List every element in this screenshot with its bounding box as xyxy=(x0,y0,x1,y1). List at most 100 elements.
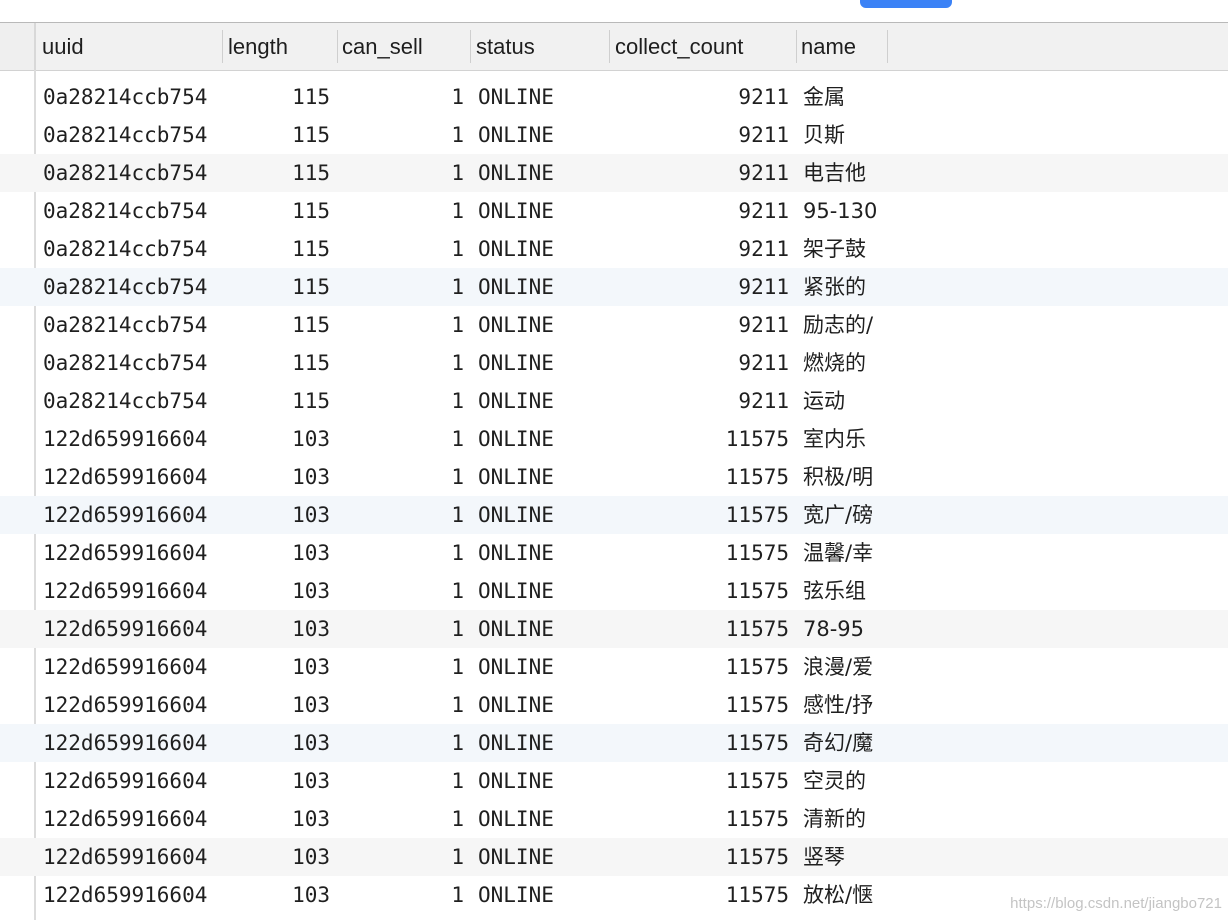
cell-collect-count[interactable]: 9211 xyxy=(612,192,789,230)
cell-can-sell[interactable]: 1 xyxy=(340,838,464,876)
cell-collect-count[interactable]: 9211 xyxy=(612,78,789,116)
table-row[interactable]: 0a28214ccb754 115 1 ONLINE 9211 运动 xyxy=(0,382,1228,420)
cell-uuid[interactable]: 0a28214ccb754 xyxy=(43,230,223,268)
cell-length[interactable]: 115 xyxy=(230,382,330,420)
column-header-name[interactable]: name xyxy=(795,23,887,70)
cell-uuid[interactable]: 0a28214ccb754 xyxy=(43,306,223,344)
table-row[interactable]: 122d659916604 103 1 ONLINE 11575 竖琴 xyxy=(0,838,1228,876)
cell-can-sell[interactable]: 1 xyxy=(340,230,464,268)
table-row[interactable]: 0a28214ccb754 115 1 ONLINE 9211 燃烧的 xyxy=(0,344,1228,382)
cell-collect-count[interactable]: 11575 xyxy=(612,838,789,876)
cell-name[interactable]: 励志的/ xyxy=(803,306,923,344)
cell-name[interactable]: 燃烧的 xyxy=(803,344,923,382)
cell-collect-count[interactable]: 11575 xyxy=(612,724,789,762)
cell-collect-count[interactable]: 11575 xyxy=(612,648,789,686)
cell-status[interactable]: ONLINE xyxy=(478,344,606,382)
table-row[interactable]: 122d659916604 103 1 ONLINE 11575 积极/明 xyxy=(0,458,1228,496)
cell-status[interactable]: ONLINE xyxy=(478,154,606,192)
cell-uuid[interactable]: 0a28214ccb754 xyxy=(43,344,223,382)
cell-name[interactable]: 室内乐 xyxy=(803,420,923,458)
cell-uuid[interactable]: 122d659916604 xyxy=(43,610,223,648)
cell-collect-count[interactable]: 11575 xyxy=(612,876,789,914)
table-row[interactable]: 122d659916604 103 1 ONLINE 11575 温馨/幸 xyxy=(0,534,1228,572)
cell-name[interactable]: 感性/抒 xyxy=(803,686,923,724)
cell-can-sell[interactable]: 1 xyxy=(340,496,464,534)
table-row[interactable]: 122d659916604 103 1 ONLINE 11575 室内乐 xyxy=(0,420,1228,458)
cell-can-sell[interactable]: 1 xyxy=(340,382,464,420)
cell-uuid[interactable]: 122d659916604 xyxy=(43,876,223,914)
cell-length[interactable]: 103 xyxy=(230,686,330,724)
cell-name[interactable]: 竖琴 xyxy=(803,838,923,876)
cell-status[interactable]: ONLINE xyxy=(478,306,606,344)
cell-can-sell[interactable]: 1 xyxy=(340,344,464,382)
cell-can-sell[interactable]: 1 xyxy=(340,610,464,648)
cell-length[interactable]: 103 xyxy=(230,838,330,876)
table-row[interactable]: 122d659916604 103 1 ONLINE 11575 感性/抒 xyxy=(0,686,1228,724)
cell-collect-count[interactable]: 11575 xyxy=(612,420,789,458)
column-header-uuid[interactable]: uuid xyxy=(36,23,222,70)
cell-length[interactable]: 115 xyxy=(230,344,330,382)
cell-length[interactable]: 115 xyxy=(230,306,330,344)
table-row[interactable]: 0a28214ccb754 115 1 ONLINE 9211 电吉他 xyxy=(0,154,1228,192)
cell-can-sell[interactable]: 1 xyxy=(340,306,464,344)
cell-length[interactable]: 115 xyxy=(230,116,330,154)
cell-can-sell[interactable]: 1 xyxy=(340,420,464,458)
cell-name[interactable]: 空灵的 xyxy=(803,762,923,800)
cell-length[interactable]: 115 xyxy=(230,192,330,230)
cell-uuid[interactable]: 122d659916604 xyxy=(43,420,223,458)
cell-collect-count[interactable]: 9211 xyxy=(612,116,789,154)
cell-name[interactable]: 运动 xyxy=(803,382,923,420)
table-row[interactable]: 122d659916604 103 1 ONLINE 11575 奇幻/魔 xyxy=(0,724,1228,762)
cell-name[interactable]: 架子鼓 xyxy=(803,230,923,268)
cell-uuid[interactable]: 122d659916604 xyxy=(43,458,223,496)
cell-uuid[interactable]: 122d659916604 xyxy=(43,572,223,610)
cell-length[interactable]: 103 xyxy=(230,648,330,686)
column-divider[interactable] xyxy=(887,30,888,63)
cell-can-sell[interactable]: 1 xyxy=(340,78,464,116)
cell-can-sell[interactable]: 1 xyxy=(340,648,464,686)
table-row[interactable]: 122d659916604 103 1 ONLINE 11575 宽广/磅 xyxy=(0,496,1228,534)
cell-status[interactable]: ONLINE xyxy=(478,800,606,838)
cell-uuid[interactable]: 122d659916604 xyxy=(43,496,223,534)
cell-can-sell[interactable]: 1 xyxy=(340,724,464,762)
cell-can-sell[interactable]: 1 xyxy=(340,572,464,610)
cell-name[interactable]: 紧张的 xyxy=(803,268,923,306)
cell-status[interactable]: ONLINE xyxy=(478,496,606,534)
cell-collect-count[interactable]: 11575 xyxy=(612,762,789,800)
table-row[interactable]: 122d659916604 103 1 ONLINE 11575 浪漫/爱 xyxy=(0,648,1228,686)
cell-length[interactable]: 103 xyxy=(230,458,330,496)
cell-uuid[interactable]: 122d659916604 xyxy=(43,724,223,762)
table-row[interactable]: 0a28214ccb754 115 1 ONLINE 9211 励志的/ xyxy=(0,306,1228,344)
cell-can-sell[interactable]: 1 xyxy=(340,268,464,306)
cell-can-sell[interactable]: 1 xyxy=(340,800,464,838)
cell-status[interactable]: ONLINE xyxy=(478,192,606,230)
cell-name[interactable]: 95-130 xyxy=(803,192,923,230)
cell-length[interactable]: 103 xyxy=(230,724,330,762)
cell-can-sell[interactable]: 1 xyxy=(340,192,464,230)
table-row[interactable]: 0a28214ccb754 115 1 ONLINE 9211 紧张的 xyxy=(0,268,1228,306)
cell-status[interactable]: ONLINE xyxy=(478,762,606,800)
cell-status[interactable]: ONLINE xyxy=(478,116,606,154)
cell-name[interactable]: 清新的 xyxy=(803,800,923,838)
cell-uuid[interactable]: 122d659916604 xyxy=(43,534,223,572)
cell-collect-count[interactable]: 9211 xyxy=(612,344,789,382)
cell-status[interactable]: ONLINE xyxy=(478,572,606,610)
cell-status[interactable]: ONLINE xyxy=(478,838,606,876)
cell-collect-count[interactable]: 11575 xyxy=(612,496,789,534)
cell-length[interactable]: 103 xyxy=(230,762,330,800)
cell-uuid[interactable]: 122d659916604 xyxy=(43,686,223,724)
cell-length[interactable]: 103 xyxy=(230,800,330,838)
cell-name[interactable]: 温馨/幸 xyxy=(803,534,923,572)
cell-name[interactable]: 电吉他 xyxy=(803,154,923,192)
cell-name[interactable]: 积极/明 xyxy=(803,458,923,496)
cell-can-sell[interactable]: 1 xyxy=(340,876,464,914)
cell-status[interactable]: ONLINE xyxy=(478,686,606,724)
cell-status[interactable]: ONLINE xyxy=(478,78,606,116)
cell-length[interactable]: 103 xyxy=(230,420,330,458)
cell-length[interactable]: 103 xyxy=(230,572,330,610)
cell-uuid[interactable]: 0a28214ccb754 xyxy=(43,268,223,306)
cell-status[interactable]: ONLINE xyxy=(478,534,606,572)
cell-length[interactable]: 115 xyxy=(230,154,330,192)
cell-collect-count[interactable]: 9211 xyxy=(612,268,789,306)
cell-uuid[interactable]: 122d659916604 xyxy=(43,648,223,686)
